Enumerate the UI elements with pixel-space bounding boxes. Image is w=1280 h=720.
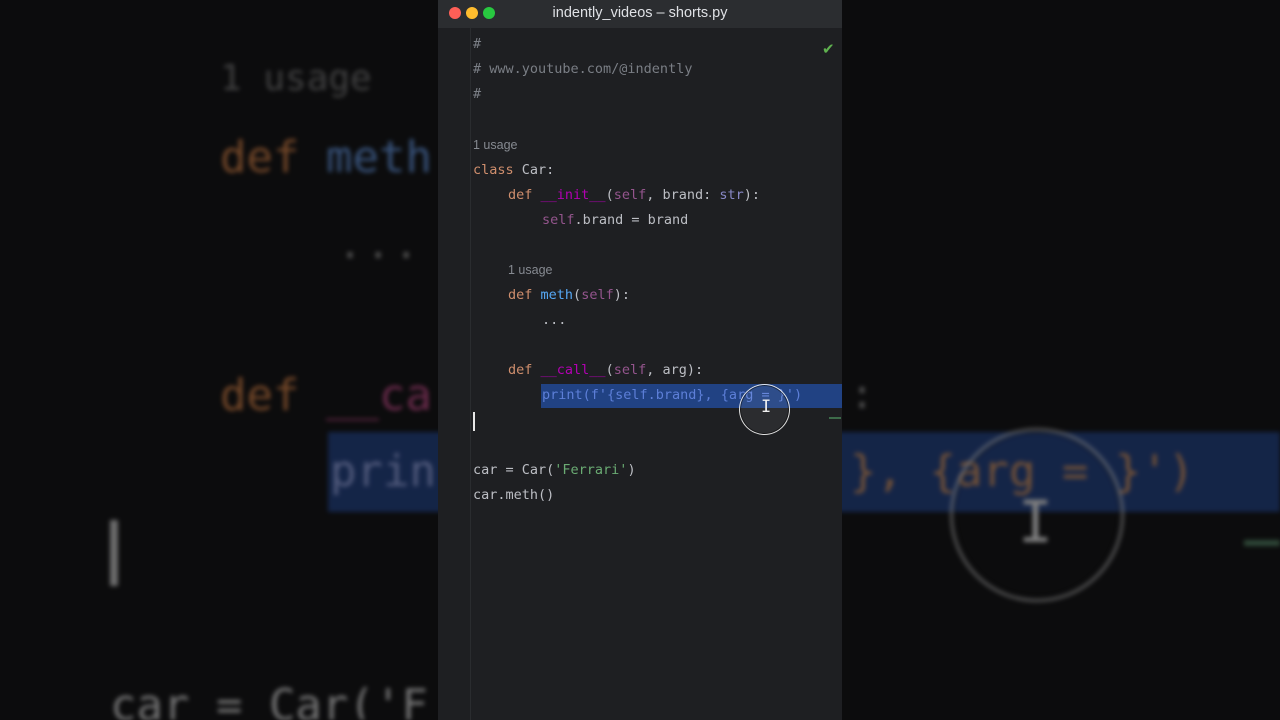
bg-def-meth: def meth (220, 132, 432, 183)
bg-caret (110, 520, 118, 586)
code-line-1[interactable]: # (473, 32, 481, 57)
code-line-init[interactable]: def __init__(self, brand: str): (508, 183, 760, 208)
editor-window: indently_videos – shorts.py ✔ # # www.yo… (438, 0, 842, 720)
code-line-ellipsis[interactable]: ... (542, 308, 566, 333)
window-title: indently_videos – shorts.py (552, 5, 728, 21)
gutter-divider (470, 28, 471, 720)
usage-hint-meth[interactable]: 1 usage (508, 258, 552, 283)
text-cursor-icon: I (761, 397, 772, 417)
code-line-2[interactable]: # www.youtube.com/@indently (473, 57, 692, 82)
code-line-assign[interactable]: self.brand = brand (542, 208, 688, 233)
checkmark-icon[interactable]: ✔ (822, 40, 835, 58)
bg-def-call: def __ca (220, 370, 432, 421)
code-line-car-meth[interactable]: car.meth() (473, 483, 554, 508)
code-line-3[interactable]: # (473, 82, 481, 107)
text-caret (473, 412, 475, 431)
code-line-call[interactable]: def __call__(self, arg): (508, 358, 703, 383)
code-line-meth[interactable]: def meth(self): (508, 283, 630, 308)
bg-gutter-marker (1244, 540, 1280, 546)
bg-print: prin (330, 446, 436, 497)
title-bar: indently_videos – shorts.py (438, 0, 842, 28)
bg-text-cursor-icon: I (1018, 488, 1053, 556)
gutter-change-marker (829, 417, 841, 419)
code-line-class[interactable]: class Car: (473, 158, 554, 183)
bg-usage-hint: 1 usage (220, 58, 372, 99)
bg-colon: : (850, 372, 875, 418)
bg-ellipsis: ... (338, 222, 423, 268)
usage-hint-class[interactable]: 1 usage (473, 133, 517, 158)
code-line-car[interactable]: car = Car('Ferrari') (473, 458, 636, 483)
bg-car-line: car = Car('F (110, 680, 428, 720)
